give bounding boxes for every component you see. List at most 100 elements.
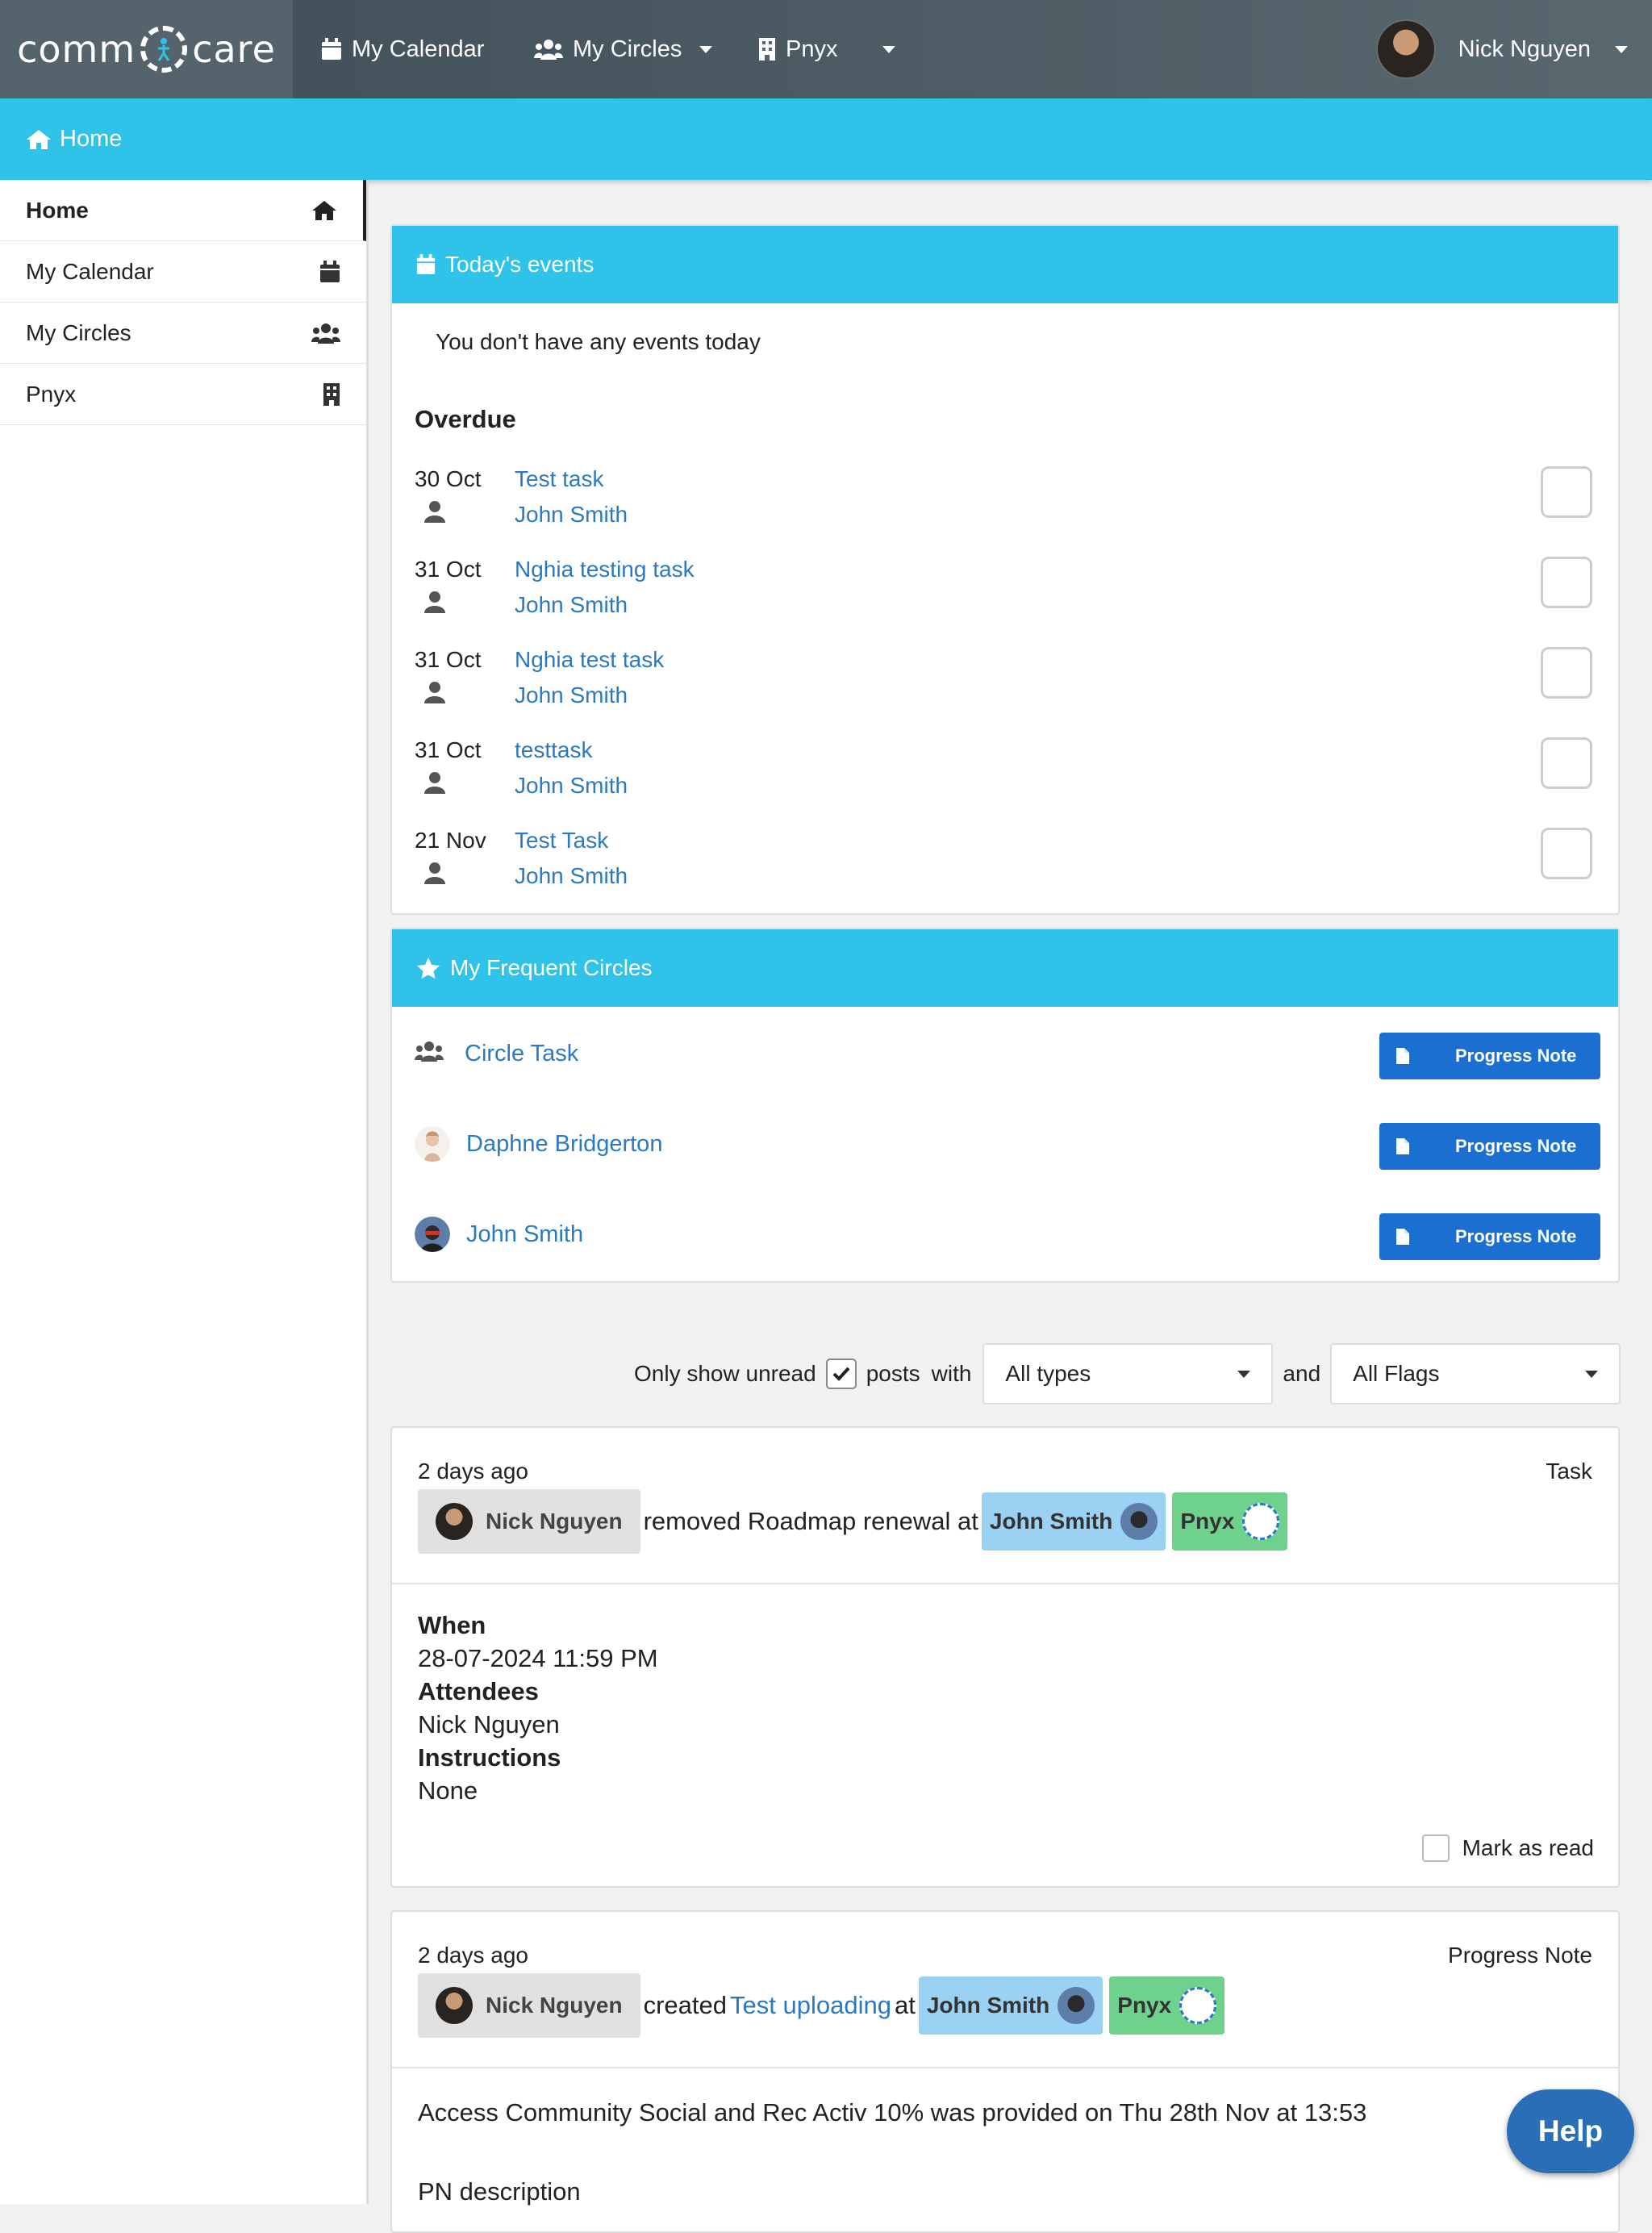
task-row: 31 Oct Nghia testing task John Smith [415,557,1600,637]
user-menu[interactable]: Nick Nguyen [1375,0,1628,98]
checkmark-icon [832,1367,850,1381]
task-complete-checkbox[interactable] [1541,828,1592,879]
actor-name: Nick Nguyen [486,1993,623,2018]
task-complete-checkbox[interactable] [1541,647,1592,699]
task-row: 30 Oct Test task John Smith [415,466,1600,547]
mark-as-read-checkbox[interactable] [1421,1834,1450,1862]
task-date: 31 Oct [415,557,482,582]
post-type-value: All types [1005,1361,1091,1386]
post-item-link[interactable]: Test uploading [730,1991,891,2020]
task-title-link[interactable]: testtask [515,737,592,763]
attendees-label: Attendees [418,1677,539,1705]
divider [392,1583,1618,1584]
post-type-select[interactable]: All types [982,1343,1274,1404]
and-label: and [1283,1361,1321,1386]
progress-note-button[interactable]: Progress Note [1379,1213,1600,1260]
target-chip[interactable]: John Smith [918,1976,1103,2035]
task-title-link[interactable]: Nghia testing task [515,557,695,582]
task-date: 31 Oct [415,737,482,762]
task-assignee-link[interactable]: John Smith [515,773,628,799]
todays-events-header: Today's events [392,226,1618,303]
logo-text-left: comm [17,27,136,71]
users-icon [534,40,563,60]
calendar-icon [416,254,436,274]
sidebar-item-label: My Circles [26,319,131,345]
sidebar-item-my-calendar[interactable]: My Calendar [0,241,366,303]
chevron-down-icon [1615,45,1628,53]
calendar-icon [320,260,340,282]
task-complete-checkbox[interactable] [1541,466,1592,518]
org-chip[interactable]: Pnyx [1109,1976,1225,2035]
logo-text-right: care [192,27,276,71]
nav-my-circles-label: My Circles [573,35,682,62]
task-complete-checkbox[interactable] [1541,557,1592,608]
task-assignee-link[interactable]: John Smith [515,502,628,528]
post-at: at [894,1991,916,2019]
nav-my-calendar-label: My Calendar [352,35,485,62]
home-icon [312,200,336,220]
post-details: When 28-07-2024 11:59 PM Attendees Nick … [418,1609,658,1807]
task-title-link[interactable]: Test Task [515,828,608,854]
post-type: Progress Note [1448,1943,1592,1968]
task-title-link[interactable]: Test task [515,466,603,492]
circle-row: John Smith Progress Note [415,1213,1600,1262]
divider [392,2067,1618,2068]
sidebar-item-home[interactable]: Home [0,180,366,241]
logo-ring-icon [140,26,188,73]
org-chip[interactable]: Pnyx [1172,1492,1288,1551]
feed-post: 2 days ago Task Nick Nguyen removed Road… [390,1426,1620,1888]
home-icon [27,129,51,149]
overdue-heading: Overdue [415,405,516,433]
progress-note-button[interactable]: Progress Note [1379,1033,1600,1079]
circle-link[interactable]: John Smith [466,1221,583,1248]
chevron-down-icon [1237,1370,1251,1378]
instructions-value: None [418,1776,478,1805]
task-assignee-link[interactable]: John Smith [515,863,628,889]
person-icon [424,591,445,613]
sidebar-item-label: My Calendar [26,258,154,284]
mark-as-read[interactable]: Mark as read [1421,1834,1594,1862]
building-icon [323,382,340,406]
progress-note-label: Progress Note [1455,1136,1577,1156]
post-action: created [643,1991,728,2019]
actor-chip[interactable]: Nick Nguyen [418,1489,640,1554]
avatar [436,1987,473,2024]
help-button[interactable]: Help [1507,2089,1634,2173]
task-date: 21 Nov [415,828,486,853]
circle-link[interactable]: Circle Task [465,1041,578,1067]
post-headline: Nick Nguyen created Test uploading at Jo… [418,1973,1225,2038]
instructions-label: Instructions [418,1743,561,1772]
only-unread-checkbox[interactable] [825,1359,857,1389]
users-icon [415,1041,444,1062]
sidebar-item-label: Home [26,197,89,223]
circle-link[interactable]: Daphne Bridgerton [466,1131,662,1158]
avatar [415,1126,450,1162]
calendar-icon [322,38,341,60]
nav-org-pnyx[interactable]: Pnyx [758,0,896,98]
feed-post: 2 days ago Progress Note Nick Nguyen cre… [390,1910,1620,2233]
target-name: John Smith [989,1509,1113,1534]
sidebar-item-pnyx[interactable]: Pnyx [0,364,366,425]
nav-my-calendar[interactable]: My Calendar [321,0,484,98]
sidebar-item-my-circles[interactable]: My Circles [0,303,366,364]
panel-title: My Frequent Circles [450,955,653,980]
task-title-link[interactable]: Nghia test task [515,647,664,673]
user-name: Nick Nguyen [1458,35,1591,62]
breadcrumb[interactable]: Home [26,126,122,152]
task-complete-checkbox[interactable] [1541,737,1592,789]
person-icon [424,772,445,794]
person-icon [424,501,445,523]
chevron-down-icon [699,45,713,53]
task-assignee-link[interactable]: John Smith [515,592,628,618]
task-assignee-link[interactable]: John Smith [515,682,628,708]
progress-note-button[interactable]: Progress Note [1379,1123,1600,1170]
actor-chip[interactable]: Nick Nguyen [418,1973,640,2038]
nav-my-circles[interactable]: My Circles [534,0,713,98]
task-row: 31 Oct testtask John Smith [415,737,1600,818]
commcare-logo[interactable]: comm care [0,0,293,98]
post-description: PN description [418,2177,581,2206]
person-icon [424,862,445,884]
flags-select[interactable]: All Flags [1330,1343,1621,1404]
target-chip[interactable]: John Smith [981,1492,1166,1551]
mark-as-read-label: Mark as read [1462,1835,1594,1860]
